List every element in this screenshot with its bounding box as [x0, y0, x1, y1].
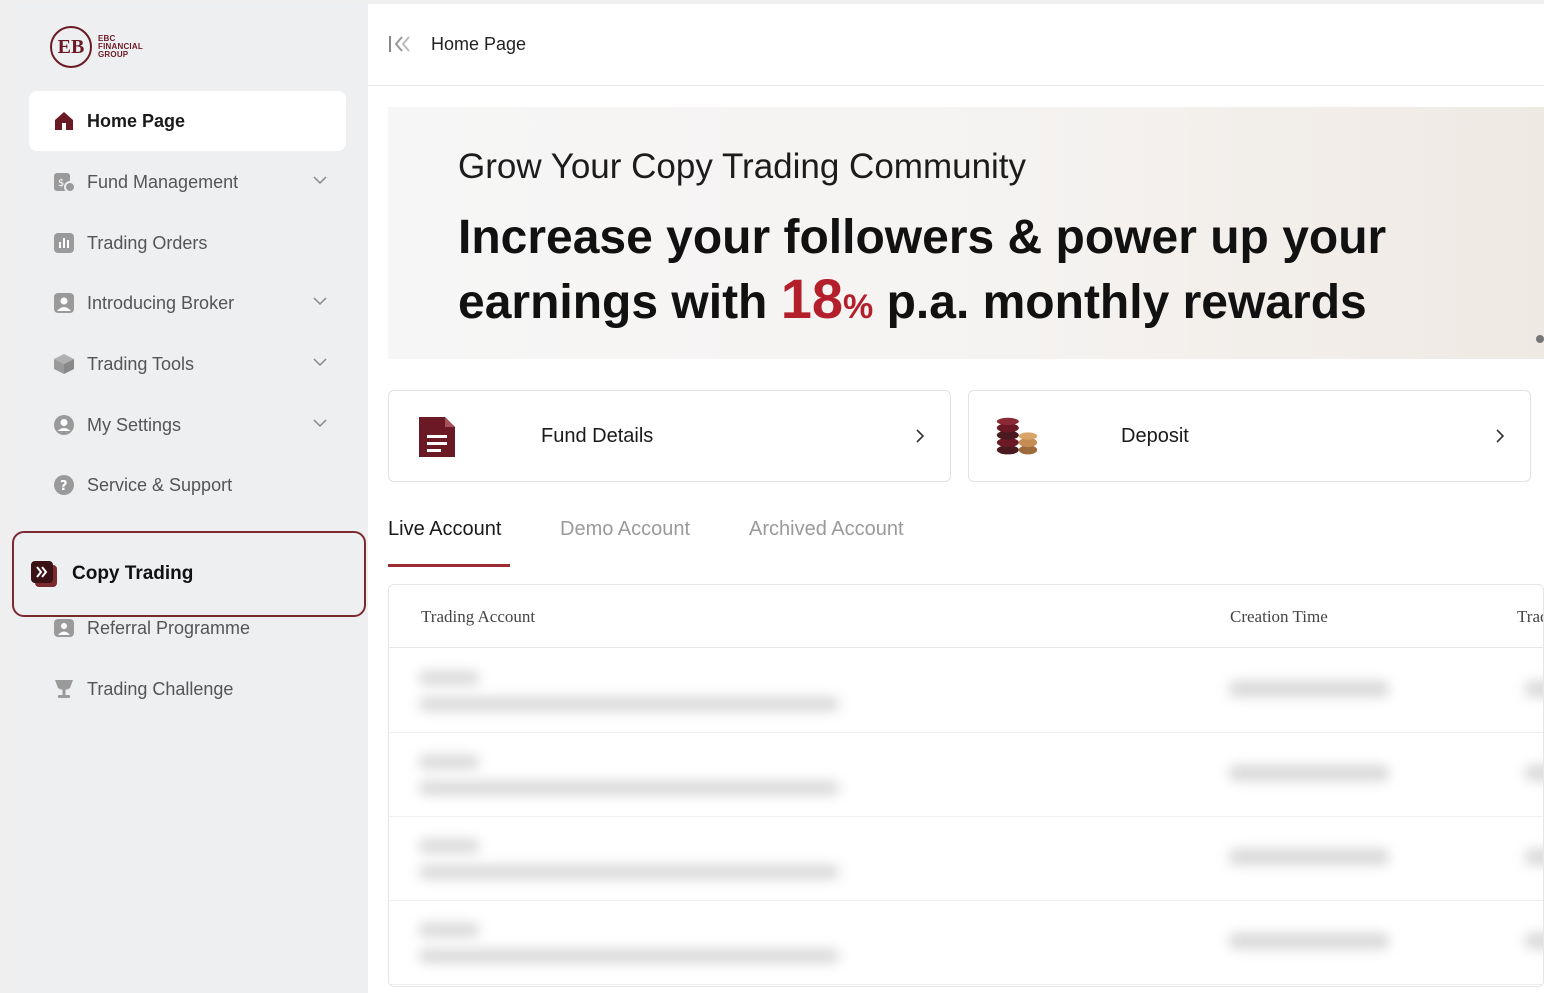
chevron-down-icon[interactable] [312, 415, 328, 431]
tab-demo-account[interactable]: Demo Account [560, 518, 690, 541]
table-row[interactable] [389, 733, 1543, 817]
sidebar-item-label: My Settings [87, 414, 182, 435]
chevron-right-icon [1496, 429, 1505, 443]
chevron-down-icon[interactable] [312, 293, 328, 309]
user-icon [53, 414, 75, 436]
orders-icon [53, 232, 75, 254]
banner-headline-line-2: earnings with 18% p.a. monthly rewards [458, 268, 1386, 338]
blurred-cell [1229, 765, 1389, 781]
table-header: Trading Account Creation Time Trad [389, 585, 1543, 648]
broker-icon [53, 292, 75, 314]
blurred-cell [419, 839, 479, 853]
sidebar-item-label: Service & Support [87, 474, 233, 495]
sidebar-item-label: Trading Orders [87, 232, 208, 253]
document-icon [419, 417, 455, 457]
blurred-cell [1229, 681, 1389, 697]
collapse-sidebar-icon[interactable] [388, 34, 412, 54]
blurred-cell [419, 697, 839, 711]
banner-rate: 18% [781, 267, 874, 330]
brand-logo[interactable]: EB EBC FINANCIAL GROUP [50, 26, 143, 68]
sidebar-item-label: Fund Management [87, 171, 239, 192]
referral-icon [53, 617, 75, 639]
sidebar-item-label: Copy Trading [72, 563, 194, 584]
column-trading-account: Trading Account [421, 607, 536, 626]
blurred-cell [1525, 849, 1543, 865]
accounts-table: Trading Account Creation Time Trad [388, 584, 1544, 987]
sidebar-item-home-page[interactable]: Home Page [29, 91, 346, 151]
blurred-cell [419, 949, 839, 963]
sidebar-item-introducing-broker[interactable]: Introducing Broker [29, 273, 346, 333]
sidebar: EB EBC FINANCIAL GROUP Home Page $ Fund … [14, 4, 367, 993]
sidebar-item-label: Trading Challenge [87, 678, 234, 699]
sidebar-item-trading-orders[interactable]: Trading Orders [29, 213, 346, 273]
carousel-dot[interactable] [1536, 335, 1544, 343]
deposit-card[interactable]: Deposit [968, 390, 1531, 482]
promo-banner[interactable]: Grow Your Copy Trading Community Increas… [388, 107, 1544, 359]
blurred-cell [1525, 681, 1543, 697]
tab-live-account[interactable]: Live Account [388, 518, 501, 541]
table-row[interactable] [389, 901, 1543, 985]
copy-trading-icon [30, 560, 58, 588]
page-title: Home Page [431, 34, 527, 54]
sidebar-item-label: Introducing Broker [87, 292, 235, 313]
fund-details-label: Fund Details [541, 425, 654, 447]
sidebar-item-service-support[interactable]: ? Service & Support [29, 455, 346, 515]
column-creation-time: Creation Time [1230, 607, 1328, 626]
logo-line-3: GROUP [98, 50, 129, 59]
sidebar-item-trading-challenge[interactable]: Trading Challenge [29, 659, 346, 719]
banner-headline: Increase your followers & power up your … [458, 207, 1386, 338]
coins-icon [996, 417, 1038, 455]
blurred-cell [419, 755, 479, 769]
svg-text:?: ? [60, 479, 68, 494]
active-tab-indicator [388, 564, 510, 567]
blurred-cell [419, 865, 839, 879]
sidebar-item-label: Trading Tools [87, 353, 195, 374]
blurred-cell [419, 671, 479, 685]
blurred-cell [1229, 933, 1389, 949]
sidebar-item-copy-trading[interactable]: Copy Trading [12, 531, 366, 617]
sidebar-item-label: Home Page [87, 110, 186, 131]
banner-line-2-prefix: earnings with [458, 276, 768, 329]
banner-rate-percent: % [843, 288, 874, 326]
blurred-cell [419, 923, 479, 937]
table-row[interactable] [389, 649, 1543, 733]
chevron-right-icon [916, 429, 925, 443]
svg-text:$: $ [58, 178, 64, 189]
blurred-cell [1229, 849, 1389, 865]
chevron-down-icon[interactable] [312, 172, 328, 188]
sidebar-item-fund-management[interactable]: $ Fund Management [29, 152, 346, 212]
sidebar-item-trading-tools[interactable]: Trading Tools [29, 334, 346, 394]
blurred-cell [1525, 765, 1543, 781]
blurred-cell [419, 781, 839, 795]
tab-archived-account[interactable]: Archived Account [749, 518, 904, 541]
logo-text: EBC FINANCIAL GROUP [98, 35, 143, 59]
blurred-cell [1525, 933, 1543, 949]
banner-line-2-suffix: p.a. monthly rewards [886, 276, 1367, 329]
column-trade: Trad [1517, 607, 1543, 626]
trophy-icon [53, 678, 75, 700]
fund-details-card[interactable]: Fund Details [388, 390, 951, 482]
tools-icon [53, 353, 75, 375]
sidebar-item-label: Referral Programme [87, 617, 251, 638]
home-icon [53, 110, 75, 132]
fund-icon: $ [53, 171, 75, 193]
banner-headline-line-1: Increase your followers & power up your [458, 211, 1387, 264]
main-content: Home Page Grow Your Copy Trading Communi… [368, 4, 1544, 993]
chevron-down-icon[interactable] [312, 354, 328, 370]
banner-subtitle: Grow Your Copy Trading Community [458, 147, 1027, 186]
logo-mark: EB [50, 26, 92, 68]
banner-rate-value: 18 [780, 267, 844, 330]
deposit-label: Deposit [1121, 425, 1189, 447]
help-icon: ? [53, 474, 75, 496]
table-row[interactable] [389, 817, 1543, 901]
top-bar: Home Page [368, 4, 1544, 86]
sidebar-item-my-settings[interactable]: My Settings [29, 395, 346, 455]
